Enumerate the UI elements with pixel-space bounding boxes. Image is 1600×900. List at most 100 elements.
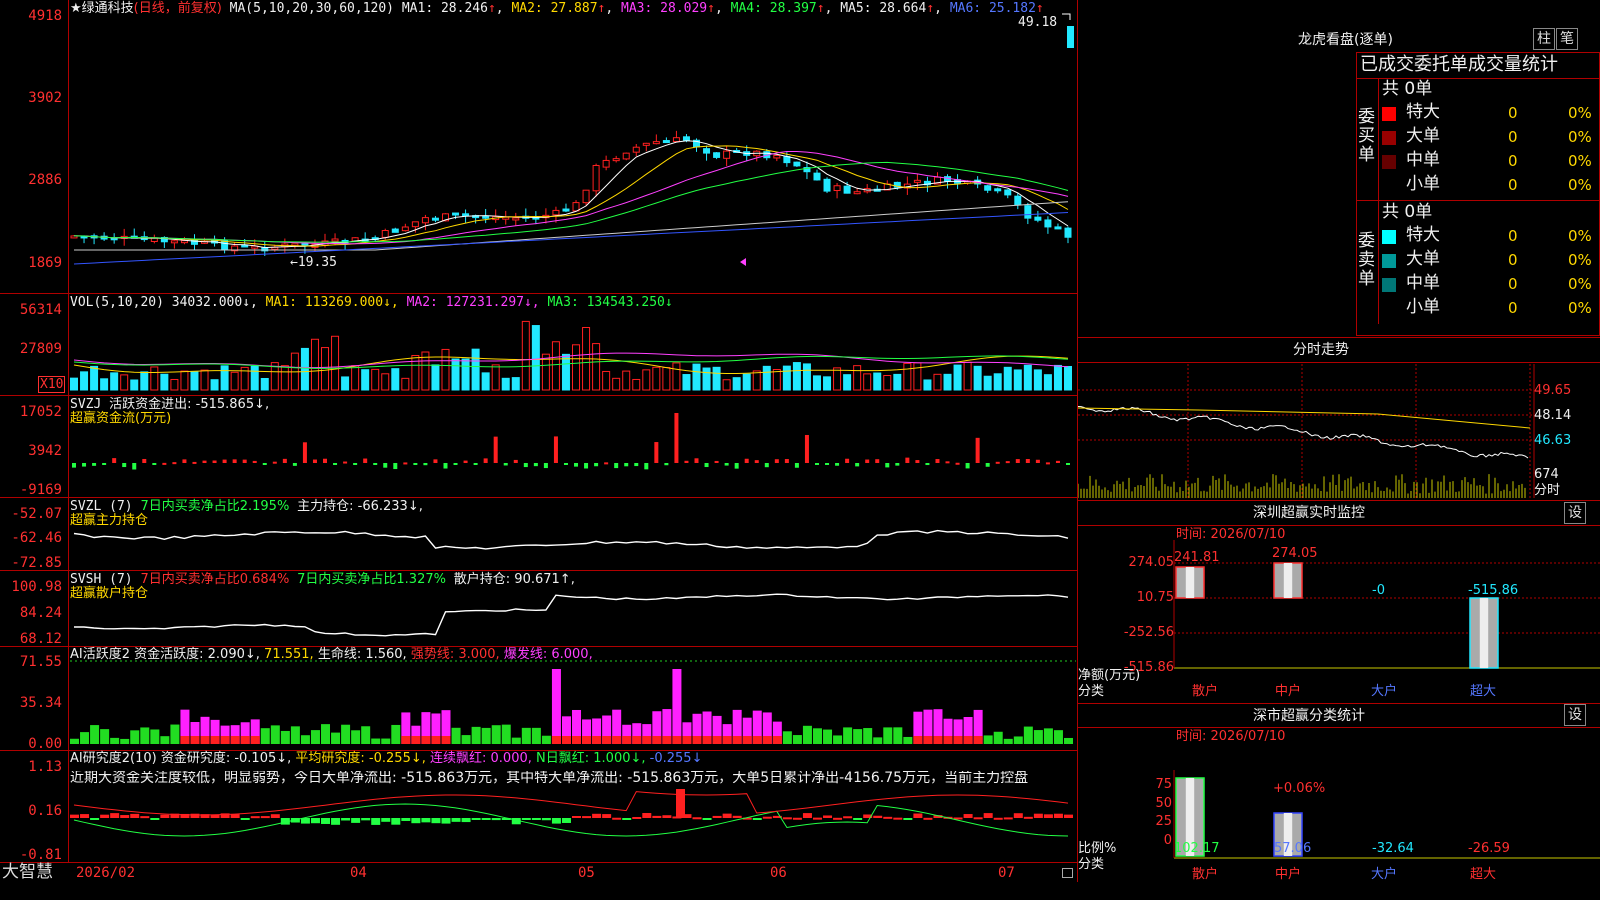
- class-title: 深市超赢分类统计: [1253, 708, 1365, 724]
- research-bar: [431, 818, 441, 824]
- flow-bar: [855, 463, 860, 467]
- fenshi-y-0: 49.65: [1534, 383, 1572, 398]
- volume-bar: [622, 370, 631, 391]
- candle: [723, 150, 731, 159]
- flow-bar: [523, 463, 528, 468]
- activity-bar-base: [933, 736, 943, 744]
- volume-bar: [180, 370, 189, 391]
- volume-bar: [310, 338, 319, 391]
- research-bar: [300, 818, 310, 824]
- period-label[interactable]: (日线，前复权): [134, 1, 222, 16]
- flow-bar: [302, 442, 307, 463]
- volume-bar: [983, 375, 992, 391]
- candle: [813, 172, 821, 181]
- volume-bar: [812, 375, 821, 391]
- volume-bar: [80, 371, 89, 391]
- ai-active-header: AI活跃度2 资金活跃度: 2.090↓, 71.551, 生命线: 1.560…: [70, 648, 593, 661]
- y-tick-svzj-0: 17052: [19, 404, 62, 420]
- ma1-value: 28.246: [440, 1, 488, 16]
- flow-bar: [604, 462, 609, 465]
- activity-bar: [310, 730, 320, 744]
- research-bar: [762, 816, 772, 819]
- candle: [381, 230, 389, 238]
- activity-bar-base: [582, 736, 592, 744]
- main-position-line: [73, 529, 1069, 550]
- ai-research-t2: 平均研究度: -0.255↓,: [295, 751, 426, 766]
- flow-bar: [975, 437, 980, 463]
- volume-bar: [140, 371, 149, 391]
- flow-bar: [734, 463, 739, 469]
- activity-bar: [983, 735, 993, 744]
- ai-research-t3: 连续飘红: 0.000,: [430, 751, 532, 766]
- y-tick-vol-1: 27809: [19, 341, 62, 357]
- activity-bar: [792, 735, 802, 744]
- svzl-header: SVZL (7) 7日内买卖净占比2.195% 主力持仓: -66.233↓,: [70, 500, 423, 513]
- ai-research-t5: -0.255↓: [649, 751, 703, 766]
- volume-bar: [782, 365, 791, 391]
- flow-bar: [162, 462, 167, 465]
- activity-bar: [481, 727, 491, 744]
- flow-bar: [634, 463, 639, 467]
- flow-bar: [875, 459, 880, 463]
- volume-bar: [150, 366, 159, 391]
- class-y-1: 50: [1155, 796, 1172, 811]
- svsh-text2: 7日内买卖净占比1.327%: [297, 572, 446, 587]
- research-bar: [1033, 813, 1043, 818]
- ma6-value: 25.182: [988, 1, 1036, 16]
- flow-bar: [473, 463, 478, 465]
- volume-bar: [903, 362, 912, 391]
- flow-bar: [383, 463, 388, 468]
- volume-bar: [612, 377, 621, 391]
- vol-value: 34032.000↓,: [171, 295, 258, 310]
- flow-bar: [1005, 461, 1010, 464]
- research-bar: [622, 818, 632, 820]
- flow-bar: [333, 463, 338, 465]
- research-bar: [110, 813, 120, 818]
- activity-bar-base: [662, 736, 672, 744]
- volume-bar: [712, 366, 721, 391]
- volume-bar: [230, 371, 239, 391]
- ai-research-header: AI研究度2(10) 资金研究度: -0.105↓, 平均研究度: -0.255…: [70, 752, 702, 765]
- flow-bar: [323, 458, 328, 463]
- candle: [411, 221, 419, 228]
- monitor-y-0: 274.05: [1128, 555, 1175, 570]
- candle: [833, 185, 841, 192]
- y-tick-svsh-2: 68.12: [19, 631, 62, 647]
- research-bar: [692, 817, 702, 820]
- flow-bar: [152, 463, 157, 465]
- svsh-label: SVSH (7): [70, 572, 133, 587]
- research-bar: [802, 813, 812, 818]
- stock-title[interactable]: ★绿通科技: [70, 1, 134, 16]
- activity-bar-base: [742, 736, 752, 744]
- volume-bar: [561, 353, 570, 391]
- monitor-y-1: 10.75: [1136, 590, 1174, 605]
- activity-bar-base: [190, 736, 200, 744]
- candle: [431, 217, 439, 221]
- flow-bar: [212, 460, 217, 463]
- volume-bar: [1043, 374, 1052, 391]
- svsh-header: SVSH (7) 7日内买卖净占比0.684% 7日内买卖净占比1.327% 散…: [70, 573, 575, 586]
- volume-bar: [672, 362, 681, 391]
- research-bar: [541, 818, 551, 821]
- volume-bar: [823, 376, 832, 391]
- activity-bar-base: [441, 736, 451, 744]
- activity-bar: [130, 730, 140, 744]
- ai-active-label: AI活跃度2: [70, 647, 130, 662]
- lock-icon[interactable]: [1062, 868, 1073, 878]
- candle: [1004, 189, 1012, 196]
- research-bar: [1023, 816, 1033, 819]
- class-settings-button[interactable]: 设: [1564, 704, 1586, 726]
- research-bar: [120, 815, 130, 818]
- candle: [984, 185, 992, 191]
- activity-bar: [511, 737, 521, 744]
- flow-bar: [784, 459, 789, 463]
- monitor-settings-button[interactable]: 设: [1564, 502, 1586, 524]
- chart-area[interactable]: 4918 3902 2886 1869 ★绿通科技(日线，前复权) MA(5,1…: [0, 0, 1078, 882]
- activity-bar-base: [602, 736, 612, 744]
- volume-bar: [732, 377, 741, 391]
- flow-bar: [684, 460, 689, 463]
- activity-bar: [863, 728, 873, 744]
- activity-bar-base: [702, 736, 712, 744]
- candle: [391, 228, 399, 233]
- vol-ma3-value: 134543.250↓: [586, 295, 673, 310]
